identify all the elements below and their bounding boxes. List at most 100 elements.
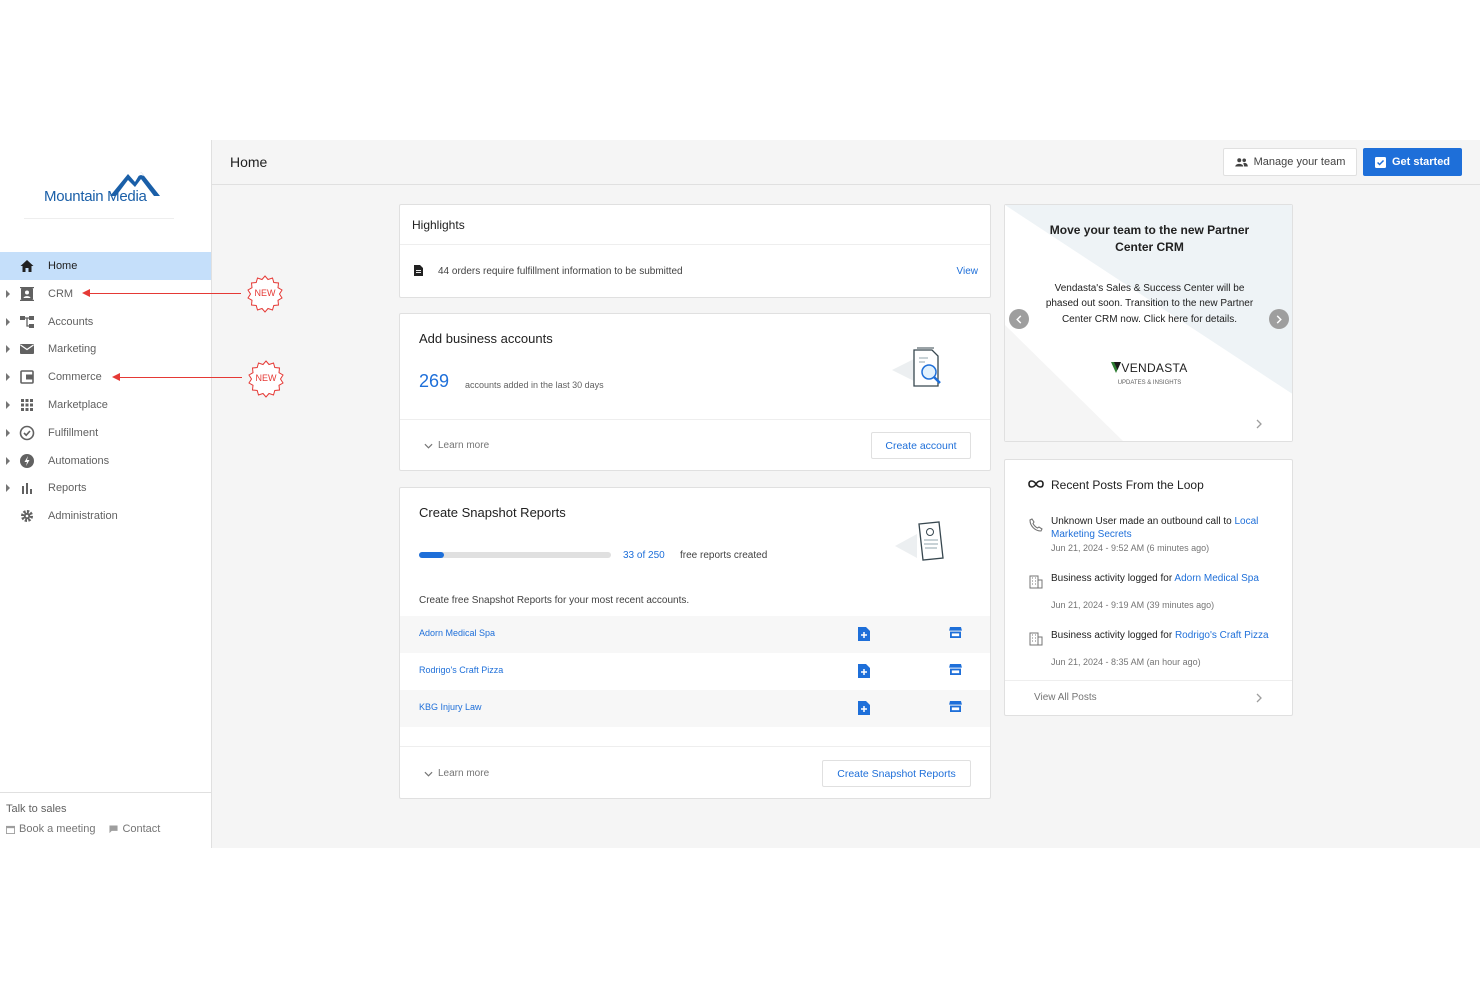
mail-icon — [20, 344, 34, 355]
storefront-icon[interactable] — [949, 664, 962, 675]
sidebar-footer: Talk to sales Book a meeting Contact — [0, 792, 211, 845]
chat-icon — [109, 824, 118, 833]
get-started-button[interactable]: Get started — [1363, 148, 1462, 176]
accounts-count-caption: accounts added in the last 30 days — [465, 380, 604, 390]
chevron-down-icon — [424, 771, 433, 777]
post-text-prefix: Business activity logged for — [1051, 573, 1175, 584]
sidebar-item-administration[interactable]: Administration — [0, 502, 211, 530]
expand-caret-icon[interactable] — [6, 428, 10, 437]
account-link[interactable]: KBG Injury Law — [419, 702, 482, 712]
report-illustration-icon — [895, 521, 944, 561]
create-account-button[interactable]: Create account — [871, 432, 971, 459]
loop-post: Business activity logged for Rodrigo's C… — [1027, 630, 1277, 670]
add-report-icon[interactable] — [858, 627, 870, 641]
expand-caret-icon[interactable] — [6, 345, 10, 354]
storefront-icon[interactable] — [949, 627, 962, 638]
add-business-accounts-card: Add business accounts 269 accounts added… — [399, 313, 991, 471]
post-text: Unknown User made an outbound call to Lo… — [1051, 516, 1281, 541]
expand-caret-icon[interactable] — [6, 456, 10, 465]
divider — [400, 244, 990, 245]
learn-more-label: Learn more — [438, 768, 490, 779]
create-snapshot-reports-button[interactable]: Create Snapshot Reports — [822, 760, 971, 787]
wallet-icon — [20, 370, 34, 384]
sidebar-item-label: Home — [48, 260, 78, 272]
expand-caret-icon[interactable] — [6, 317, 10, 326]
arrow-line — [89, 292, 241, 294]
sidebar-item-fulfillment[interactable]: Fulfillment — [0, 419, 211, 447]
divider — [400, 746, 990, 747]
contacts-icon — [20, 286, 34, 301]
sidebar-item-label: Fulfillment — [48, 426, 99, 439]
promo-carousel-card[interactable]: Move your team to the new Partner Center… — [1004, 204, 1293, 442]
learn-more-toggle[interactable]: Learn more — [424, 768, 489, 779]
new-badge-label: NEW — [255, 373, 277, 383]
new-badge-icon: NEW — [246, 275, 284, 313]
highlights-title: Highlights — [412, 218, 465, 232]
account-link[interactable]: Rodrigo's Craft Pizza — [419, 665, 503, 675]
view-all-posts-link[interactable]: View All Posts — [1034, 692, 1097, 703]
expand-caret-icon[interactable] — [6, 400, 10, 409]
snapshot-row: KBG Injury Law — [400, 690, 990, 727]
contact-link[interactable]: Contact — [109, 823, 160, 835]
learn-more-toggle[interactable]: Learn more — [424, 440, 489, 451]
sidebar-item-label: Reports — [48, 482, 87, 495]
loop-post: Business activity logged for Adorn Medic… — [1027, 573, 1277, 613]
bolt-circle-icon — [20, 453, 34, 468]
snapshot-row: Rodrigo's Craft Pizza — [400, 653, 990, 690]
expand-caret-icon[interactable] — [6, 289, 10, 298]
snapshot-title: Create Snapshot Reports — [419, 505, 566, 520]
brand-logo[interactable]: Mountain Media — [44, 168, 174, 220]
chevron-left-icon — [1016, 314, 1022, 324]
highlight-row-text: 44 orders require fulfillment informatio… — [438, 266, 683, 277]
highlight-view-link[interactable]: View — [957, 266, 979, 277]
book-meeting-link[interactable]: Book a meeting — [6, 823, 95, 835]
sidebar-item-home[interactable]: Home — [0, 252, 211, 280]
snapshot-progress-fill — [419, 552, 445, 558]
expand-caret-icon[interactable] — [6, 373, 10, 382]
account-link[interactable]: Adorn Medical Spa — [419, 628, 495, 638]
post-date: Jun 21, 2024 - 9:19 AM (39 minutes ago) — [1051, 600, 1215, 610]
divider — [1005, 680, 1292, 681]
document-icon — [414, 265, 423, 276]
new-badge-label: NEW — [254, 288, 276, 298]
sidebar-item-label: Administration — [48, 510, 118, 523]
accounts-tree-icon — [20, 315, 34, 328]
promo-brand-label: VENDASTA — [1121, 361, 1188, 375]
post-link[interactable]: Adorn Medical Spa — [1174, 573, 1259, 584]
sidebar-item-label: Marketplace — [48, 398, 108, 411]
highlights-card: Highlights 44 orders require fulfillment… — [399, 204, 991, 298]
sidebar-item-automations[interactable]: Automations — [0, 447, 211, 475]
sidebar-item-reports[interactable]: Reports — [0, 474, 211, 502]
chevron-right-icon[interactable] — [1256, 693, 1262, 703]
sidebar-item-marketplace[interactable]: Marketplace — [0, 391, 211, 419]
loop-post: Unknown User made an outbound call to Lo… — [1027, 516, 1277, 556]
accounts-count: 269 — [419, 371, 450, 391]
new-badge-icon: NEW — [247, 360, 285, 398]
chevron-right-icon[interactable] — [1256, 419, 1262, 429]
sidebar-item-accounts[interactable]: Accounts — [0, 308, 211, 336]
book-meeting-label: Book a meeting — [19, 823, 96, 835]
loop-posts-card: Recent Posts From the Loop Unknown User … — [1004, 459, 1293, 716]
post-text: Business activity logged for Adorn Medic… — [1051, 573, 1281, 586]
add-accounts-title: Add business accounts — [419, 331, 553, 346]
carousel-prev-button[interactable] — [1009, 309, 1029, 329]
snapshot-progress-count: 33 of 250 — [623, 550, 665, 561]
sidebar-item-marketing[interactable]: Marketing — [0, 335, 211, 363]
post-text-prefix: Unknown User made an outbound call to — [1051, 516, 1235, 527]
promo-brand-subtitle: UPDATES & INSIGHTS — [1117, 380, 1182, 386]
manage-team-button[interactable]: Manage your team — [1223, 148, 1357, 176]
carousel-next-button[interactable] — [1269, 309, 1289, 329]
chevron-right-icon — [1276, 314, 1282, 324]
expand-caret-icon[interactable] — [6, 484, 10, 493]
vendasta-logo-icon — [1111, 362, 1122, 373]
add-report-icon[interactable] — [858, 701, 870, 715]
sidebar: Mountain Media Home CRM Accounts Marketi — [0, 140, 212, 848]
post-link[interactable]: Rodrigo's Craft Pizza — [1175, 630, 1269, 641]
snapshot-reports-card: Create Snapshot Reports 33 of 250 free r… — [399, 487, 991, 799]
post-text-prefix: Business activity logged for — [1051, 630, 1175, 641]
promo-brand: VENDASTA — [1095, 361, 1204, 375]
storefront-icon[interactable] — [949, 701, 962, 712]
building-icon — [1029, 575, 1043, 589]
snapshot-progress-caption: free reports created — [680, 550, 768, 561]
add-report-icon[interactable] — [858, 664, 870, 678]
